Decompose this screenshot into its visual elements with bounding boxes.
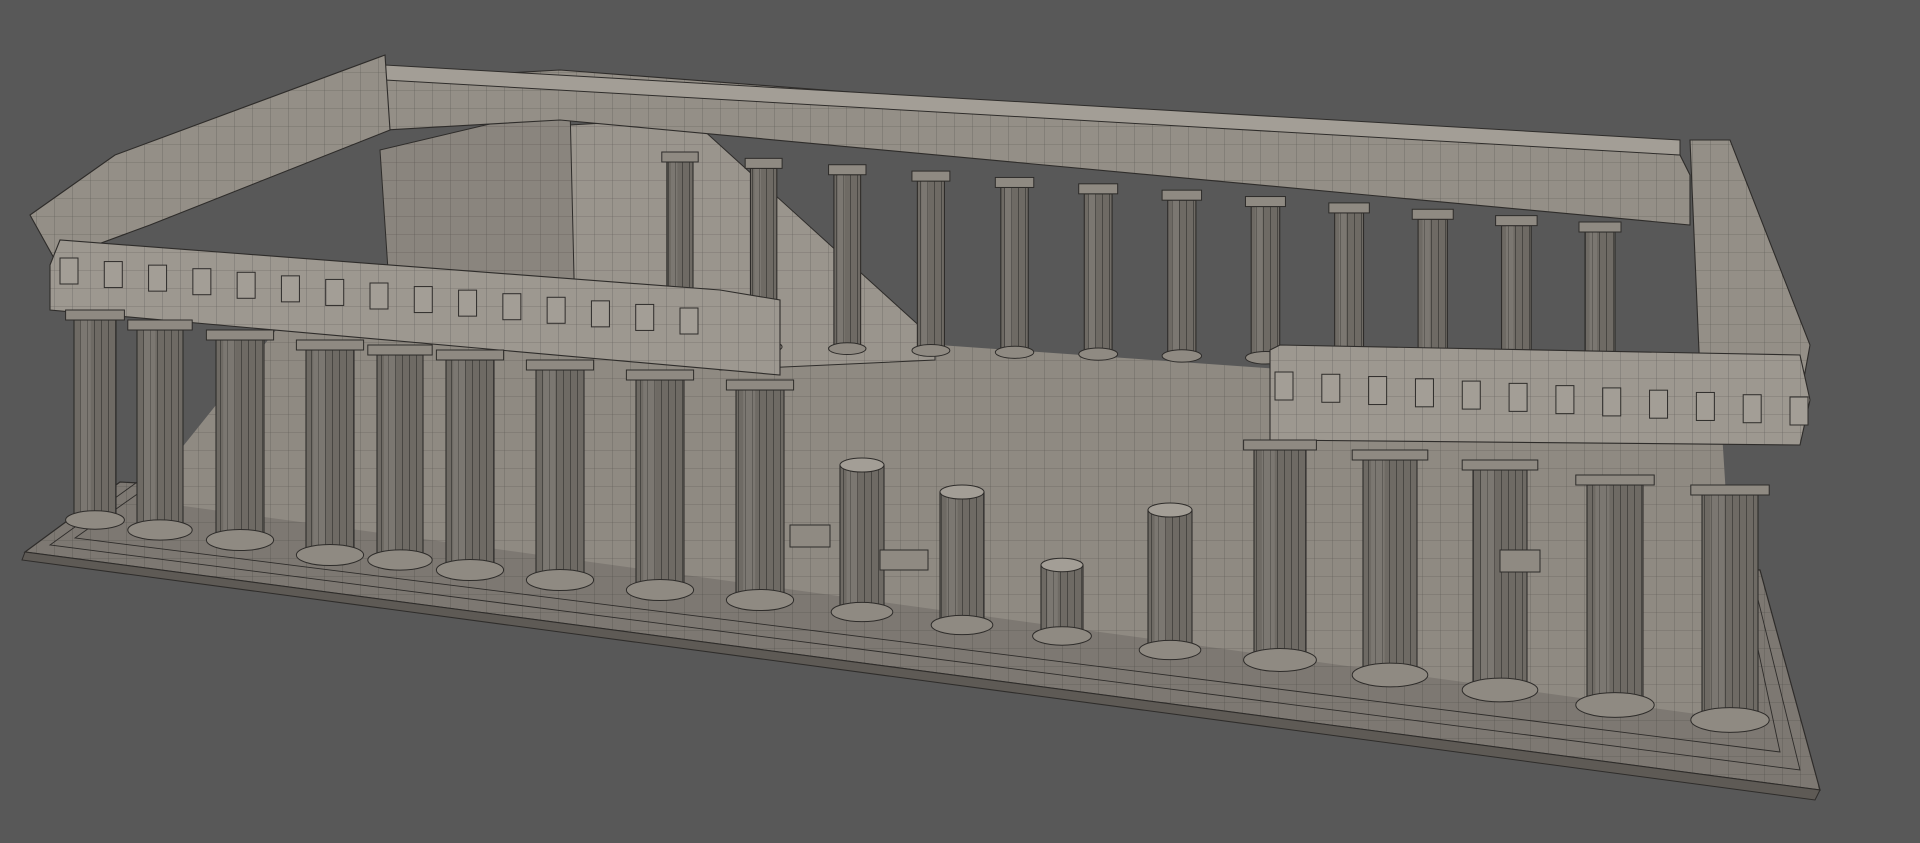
broken-column [830,457,894,623]
metope [1368,376,1388,406]
front-column [205,329,275,552]
metope [1274,371,1294,401]
back-column [1161,189,1203,363]
metope [1695,391,1715,421]
back-column [828,164,867,356]
back-column [1078,183,1119,361]
back-column [1578,221,1622,373]
metope [192,268,212,296]
front-column [625,369,695,602]
broken-column [1032,557,1092,646]
metope [1508,382,1528,412]
metope [502,293,522,321]
front-column [525,359,595,592]
metope [1789,396,1809,426]
front-column [1690,484,1770,733]
metope [679,307,699,335]
metope [1742,394,1762,424]
left-entablature [29,54,391,261]
metope [148,264,168,292]
front-entablature-right [1269,344,1811,446]
metope [103,261,123,289]
front-column [435,349,505,582]
front-column [1461,459,1539,703]
front-column [1351,449,1429,688]
metope [458,289,478,317]
metope [325,278,345,306]
back-column [994,176,1035,359]
front-column [725,379,795,612]
metope [369,282,389,310]
metope [1461,380,1481,410]
temple-model-render [21,54,1821,801]
metope [1649,389,1669,419]
front-column [1243,439,1317,672]
broken-column [1138,502,1202,661]
back-column [911,170,951,357]
front-column [1575,474,1655,718]
metope [635,303,655,331]
back-column [1495,215,1538,371]
metope [236,271,256,299]
back-column [1244,196,1286,365]
back-column [1328,202,1370,367]
back-column [1411,208,1454,369]
front-column [295,339,365,567]
broken-column [930,484,994,636]
metope [280,275,300,303]
metope [1414,378,1434,408]
metope [413,286,433,314]
front-column [367,344,433,571]
metope [1321,373,1341,403]
metope [546,296,566,324]
metope [590,300,610,328]
metope [1555,385,1575,415]
metope [59,257,79,285]
metope [1602,387,1622,417]
front-column [65,309,125,530]
3d-viewport[interactable] [0,0,1920,843]
front-column [127,319,193,541]
